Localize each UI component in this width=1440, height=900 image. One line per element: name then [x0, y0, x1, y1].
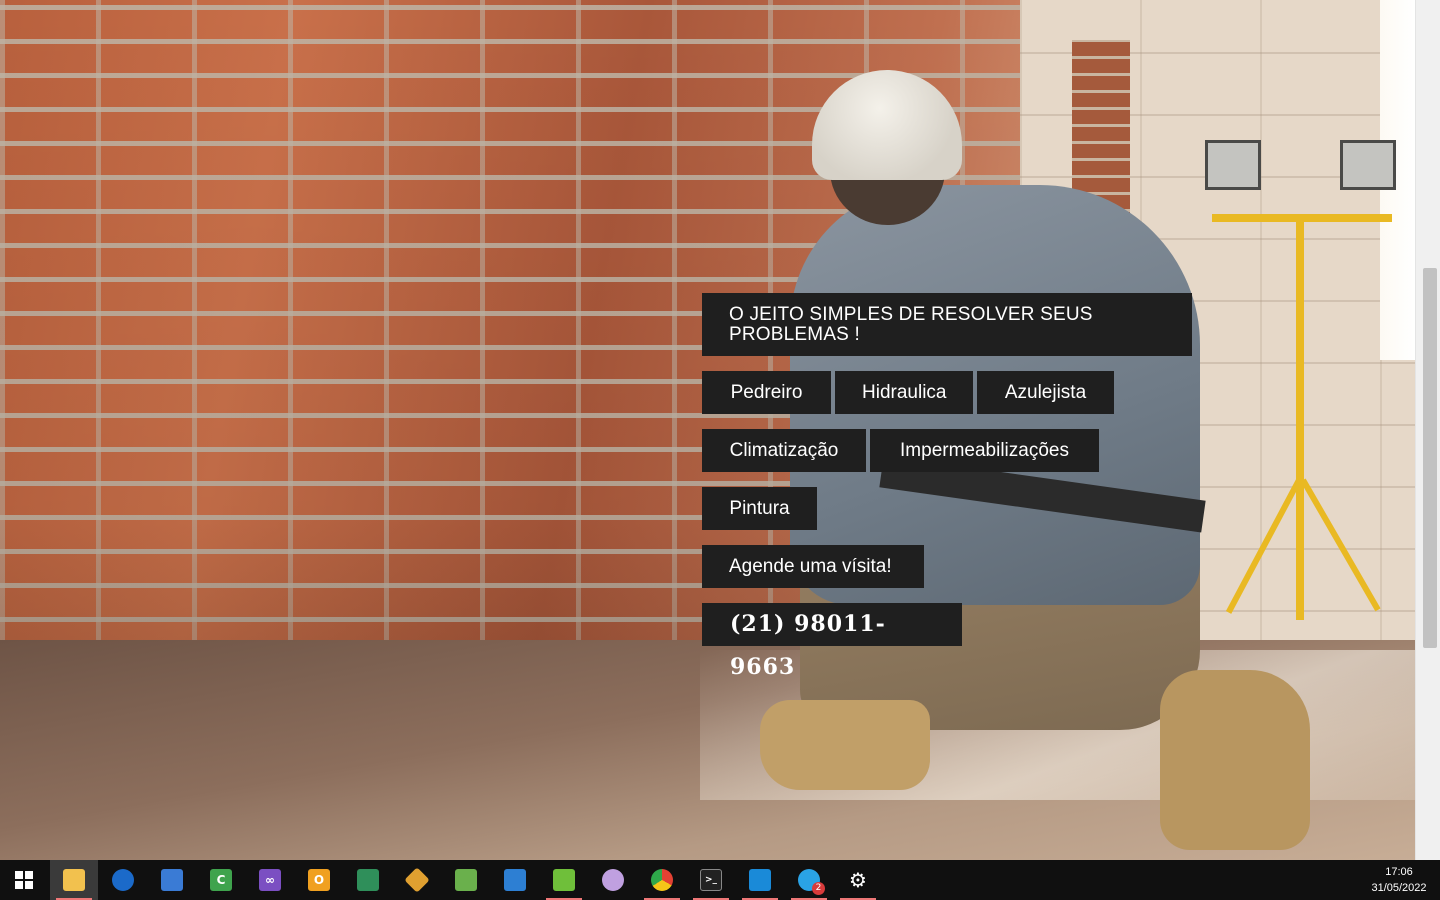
- taskbar-app-git[interactable]: [393, 860, 441, 900]
- phone-number: (21) 98011-9663: [702, 603, 962, 680]
- git-icon: [404, 867, 430, 893]
- clock-date: 31/05/2022: [1371, 882, 1427, 894]
- snipping-tool-icon: [455, 869, 477, 891]
- schedule-visit-button[interactable]: Agende uma vísita!: [702, 545, 924, 588]
- notepad-icon: [553, 869, 575, 891]
- mail-app-icon: O: [308, 869, 330, 891]
- taskbar-app-messaging[interactable]: 2: [785, 860, 833, 900]
- taskbar-app-file-explorer[interactable]: [50, 860, 98, 900]
- taskbar-app-remote-desktop[interactable]: [148, 860, 196, 900]
- taskbar-app-paint[interactable]: [491, 860, 539, 900]
- gear-icon: ⚙: [849, 868, 867, 892]
- taskbar-app-chrome[interactable]: [638, 860, 686, 900]
- start-button[interactable]: [0, 860, 48, 900]
- taskbar-app-notepad-plus[interactable]: [540, 860, 588, 900]
- service-button-pintura[interactable]: Pintura: [702, 487, 817, 530]
- taskbar-app-settings[interactable]: ⚙: [834, 860, 882, 900]
- service-button-climatizacao[interactable]: Climatização: [702, 429, 866, 472]
- service-button-impermeabilizacoes[interactable]: Impermeabilizações: [870, 429, 1099, 472]
- firefox-icon: [112, 869, 134, 891]
- windows-taskbar: C ∞ O >_ 2 ⚙: [0, 860, 1440, 900]
- taskbar-app-vscode[interactable]: [736, 860, 784, 900]
- terminal-icon: >_: [700, 869, 722, 891]
- lamp-stand: [1296, 220, 1304, 620]
- system-clock[interactable]: 17:06 31/05/2022: [1364, 860, 1434, 900]
- service-button-azulejista[interactable]: Azulejista: [977, 371, 1114, 414]
- notification-badge: 2: [812, 882, 825, 895]
- services-row: Pintura: [702, 487, 817, 530]
- service-button-pedreiro[interactable]: Pedreiro: [702, 371, 831, 414]
- paint-icon: [504, 869, 526, 891]
- services-row: Climatização Impermeabilizações: [702, 429, 1099, 472]
- taskbar-app-terminal[interactable]: >_: [687, 860, 735, 900]
- taskbar-app-device-manager[interactable]: [344, 860, 392, 900]
- windows-start-icon: [15, 871, 33, 889]
- vscode-icon: [749, 869, 771, 891]
- paint-brush-icon: [602, 869, 624, 891]
- services-row: Pedreiro Hidraulica Azulejista: [702, 371, 1114, 414]
- work-lamp-icon: [1205, 140, 1261, 190]
- remote-desktop-icon: [161, 869, 183, 891]
- service-button-hidraulica[interactable]: Hidraulica: [835, 371, 973, 414]
- taskbar-app-csharp-tool[interactable]: C: [197, 860, 245, 900]
- device-manager-icon: [357, 869, 379, 891]
- taskbar-app-firefox[interactable]: [99, 860, 147, 900]
- taskbar-app-outlook[interactable]: O: [295, 860, 343, 900]
- taskbar-app-paint-brush[interactable]: [589, 860, 637, 900]
- taskbar-app-visual-studio[interactable]: ∞: [246, 860, 294, 900]
- chrome-icon: [651, 869, 673, 891]
- taskbar-app-snipping-tool[interactable]: [442, 860, 490, 900]
- folder-icon: [63, 869, 85, 891]
- visual-studio-icon: ∞: [259, 869, 281, 891]
- scrollbar-thumb[interactable]: [1423, 268, 1437, 648]
- work-lamp-icon: [1340, 140, 1396, 190]
- clock-time: 17:06: [1385, 866, 1413, 878]
- csharp-icon: C: [210, 869, 232, 891]
- hero-headline: O JEITO SIMPLES DE RESOLVER SEUS PROBLEM…: [702, 293, 1192, 356]
